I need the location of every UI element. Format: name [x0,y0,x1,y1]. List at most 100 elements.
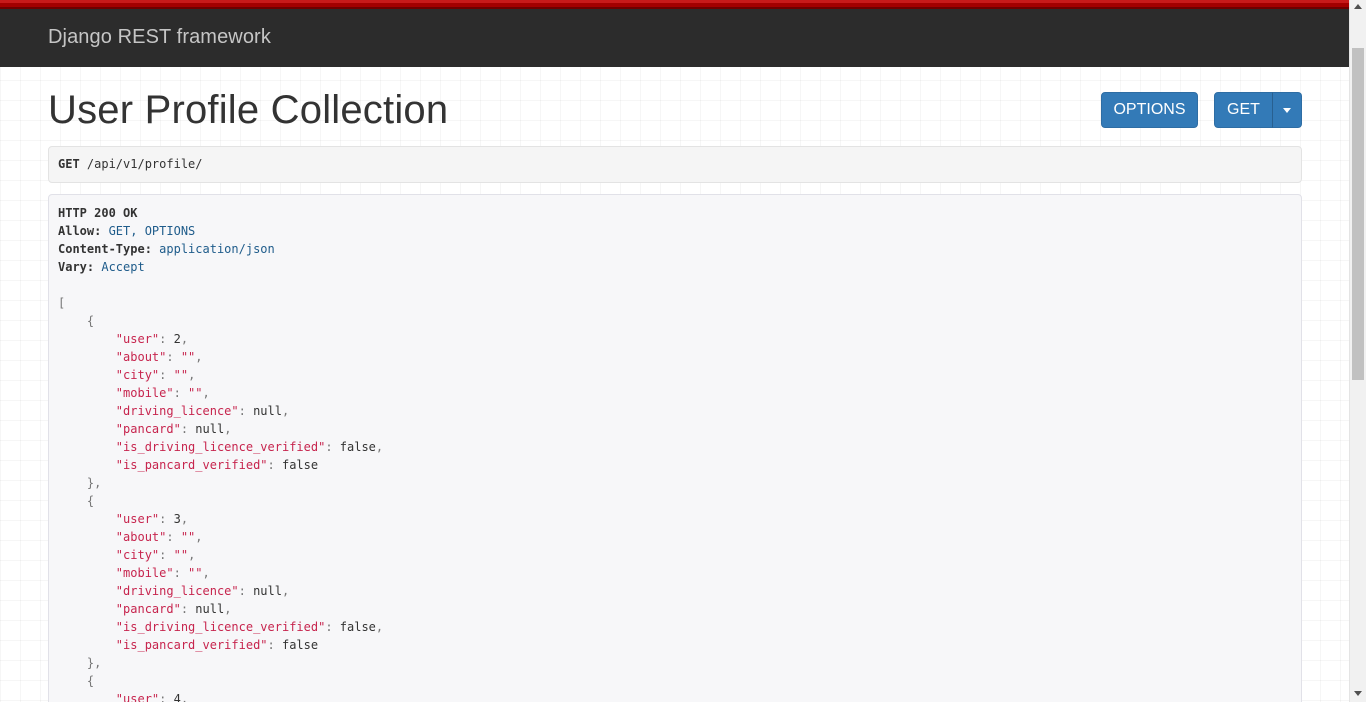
json-colon: : [173,386,189,400]
json-colon: : [159,332,174,346]
response-line: { [58,672,383,690]
json-comma: , [180,692,189,702]
json-comma: , [375,440,384,454]
json-value: 2 [173,332,181,346]
page: Django REST framework User Profile Colle… [0,0,1349,702]
json-brace: { [58,314,95,328]
json-value: null [253,404,282,418]
json-value: false [339,440,376,454]
arrow-up-icon[interactable] [1354,4,1362,9]
json-colon: : [159,548,174,562]
json-comma: , [224,422,232,436]
json-comma: , [180,332,189,346]
json-value: false [339,620,376,634]
response-line: "is_pancard_verified": false [58,456,383,474]
json-value: "" [188,386,203,400]
arrow-down-icon[interactable] [1354,691,1362,696]
json-colon: : [180,602,196,616]
json-comma: , [188,548,196,562]
scrollbar-thumb[interactable] [1352,48,1364,380]
json-colon: : [325,440,340,454]
json-comma: , [224,602,232,616]
json-colon: : [325,620,340,634]
json-comma: , [202,386,210,400]
json-comma: , [180,512,189,526]
response-line: "about": "", [58,528,383,546]
json-key: "is_pancard_verified" [58,458,268,472]
json-colon: : [159,692,174,702]
response-line: "pancard": null, [58,420,383,438]
json-key: "city" [58,368,160,382]
json-value: null [195,602,225,616]
json-value: 3 [173,512,181,526]
json-value: "" [188,566,203,580]
header-value: Accept [94,260,145,274]
json-value: "" [173,548,189,562]
response-line: "user": 2, [58,330,383,348]
json-comma: , [375,620,384,634]
response-line: "is_pancard_verified": false [58,636,383,654]
json-key: "user" [58,512,160,526]
json-colon: : [180,422,196,436]
vertical-scrollbar[interactable] [1349,0,1366,702]
status-line: HTTP 200 OK [58,206,138,220]
response-line: "mobile": "", [58,564,383,582]
get-format-dropdown-toggle[interactable] [1272,92,1302,128]
json-key: "user" [58,692,160,702]
response-line: "driving_licence": null, [58,402,383,420]
json-comma: , [195,350,203,364]
chevron-down-icon [1283,107,1291,113]
navbar: Django REST framework [0,9,1349,67]
json-key: "driving_licence" [58,584,239,598]
top-accent-bar [0,0,1349,9]
response-line [58,276,383,294]
response-line: }, [58,654,383,672]
json-key: "is_pancard_verified" [58,638,268,652]
json-comma: , [195,530,203,544]
json-value: false [281,638,319,652]
response-line: Content-Type: application/json [58,240,383,258]
response-line: "city": "", [58,366,383,384]
response-line: "is_driving_licence_verified": false, [58,438,383,456]
json-colon: : [267,458,282,472]
page-title: User Profile Collection [48,88,449,132]
get-button-group: GET [1214,92,1302,128]
json-value: null [195,422,225,436]
header-key: Vary: [58,260,95,274]
navbar-brand[interactable]: Django REST framework [48,26,271,49]
json-value: false [281,458,319,472]
response-line: Vary: Accept [58,258,383,276]
json-value: 4 [173,692,181,702]
json-brace: }, [58,656,102,670]
json-colon: : [159,512,174,526]
json-brace: { [58,494,95,508]
response-line: "pancard": null, [58,600,383,618]
json-key: "pancard" [58,602,181,616]
json-colon: : [267,638,282,652]
json-value: null [253,584,282,598]
response-line: Allow: GET, OPTIONS [58,222,383,240]
json-value: "" [173,368,189,382]
json-value: "" [180,350,196,364]
response-line: "driving_licence": null, [58,582,383,600]
json-colon: : [166,530,181,544]
response-content: HTTP 200 OK Allow: GET, OPTIONS Content-Ty… [58,204,383,702]
json-key: "mobile" [58,386,174,400]
options-button[interactable]: OPTIONS [1101,92,1198,128]
response-line: }, [58,474,383,492]
json-value: "" [180,530,196,544]
request-info: GET /api/v1/profile/ [48,146,1302,183]
response-line: "user": 3, [58,510,383,528]
json-brace: { [58,674,95,688]
get-button[interactable]: GET [1214,92,1273,128]
response-line: "about": "", [58,348,383,366]
header-key: Allow: [58,224,102,238]
json-comma: , [281,584,290,598]
json-key: "pancard" [58,422,181,436]
header-value: application/json [151,242,275,256]
response-line: HTTP 200 OK [58,204,383,222]
json-key: "about" [58,350,167,364]
json-key: "driving_licence" [58,404,239,418]
json-colon: : [238,404,254,418]
json-key: "is_driving_licence_verified" [58,440,326,454]
